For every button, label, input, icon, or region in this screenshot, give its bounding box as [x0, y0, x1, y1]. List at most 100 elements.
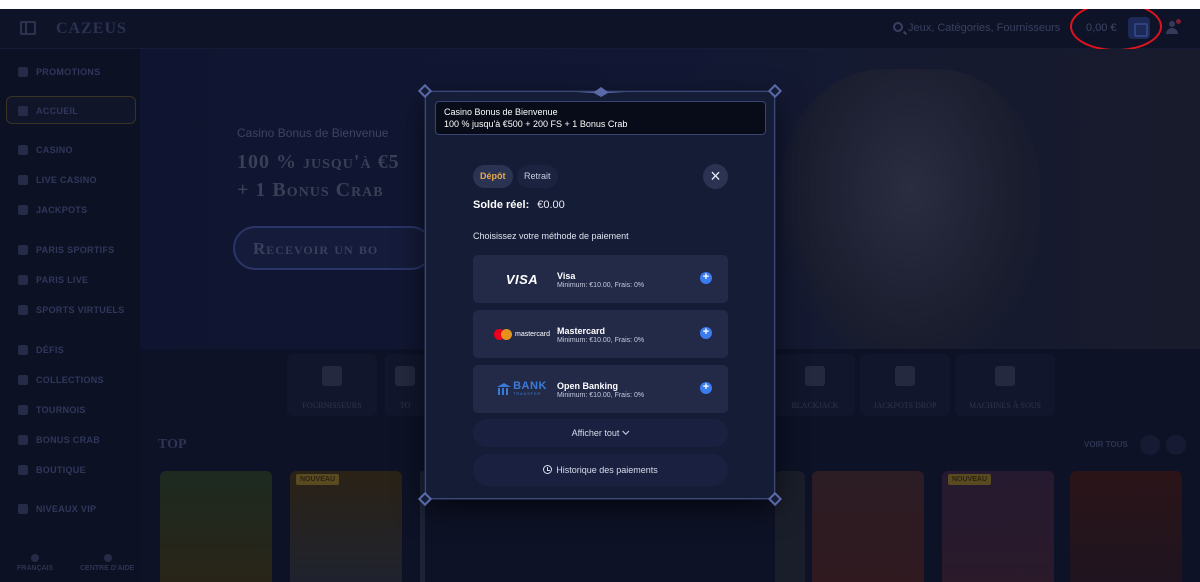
- game-tile[interactable]: [775, 471, 805, 582]
- payment-method-mastercard[interactable]: mastercard Mastercard Minimum: €10.00, F…: [473, 310, 728, 358]
- chevron-down-icon: [622, 427, 630, 435]
- sidebar-item-live-casino[interactable]: LIVE CASINO: [18, 173, 97, 187]
- live-icon: [18, 175, 28, 185]
- payment-method-details: Minimum: €10.00, Frais: 0%: [557, 282, 645, 289]
- slot-machine-icon: [995, 366, 1015, 386]
- category-tournois[interactable]: TO: [385, 354, 425, 416]
- hero-cta-label: Recevoir un bo: [253, 239, 379, 258]
- cup-icon: [18, 405, 28, 415]
- category-fournisseurs[interactable]: FOURNISSEURS: [287, 354, 377, 416]
- mastercard-logo: mastercard: [483, 310, 561, 358]
- section-title-top: TOP: [158, 437, 187, 452]
- payment-method-details: Minimum: €10.00, Frais: 0%: [557, 337, 645, 344]
- sidebar-item-defis[interactable]: DÉFIS: [18, 343, 64, 357]
- sidebar-item-paris-live[interactable]: PARIS LIVE: [18, 273, 88, 287]
- cards-icon: [18, 145, 28, 155]
- help-icon: [104, 554, 112, 562]
- payment-method-name: Mastercard: [557, 326, 606, 336]
- sidebar-item-sports-virtuels[interactable]: SPORTS VIRTUELS: [18, 303, 125, 317]
- sidebar-item-label: LIVE CASINO: [36, 175, 97, 185]
- payment-method-name: Visa: [557, 271, 576, 281]
- tab-deposit[interactable]: Dépôt: [473, 165, 513, 188]
- top-header: CAZEUS Jeux, Catégories, Fournisseurs 0,…: [0, 9, 1200, 49]
- payment-method-heading: Choisissez votre méthode de paiement: [473, 231, 629, 241]
- sidebar-item-label: PARIS SPORTIFS: [36, 245, 115, 255]
- payment-history-button[interactable]: Historique des paiements: [473, 454, 728, 486]
- add-icon[interactable]: +: [700, 382, 712, 394]
- category-label: JACKPOTS DROP: [873, 401, 937, 410]
- sidebar-item-bonus-crab[interactable]: BONUS CRAB: [18, 433, 100, 447]
- balance-label: Solde réel:: [473, 199, 530, 211]
- bank-transfer-logo: BANK TRANSFER: [483, 365, 561, 413]
- bonus-title: Casino Bonus de Bienvenue: [444, 107, 558, 117]
- ball-icon: [18, 245, 28, 255]
- modal-top-ornament: [576, 87, 626, 97]
- sidebar-item-promotions[interactable]: PROMOTIONS: [18, 65, 101, 79]
- hero-artwork: [780, 69, 1040, 349]
- game-tile[interactable]: [160, 471, 272, 582]
- add-icon[interactable]: +: [700, 327, 712, 339]
- sidebar-item-paris-sportifs[interactable]: PARIS SPORTIFS: [18, 243, 115, 257]
- sidebar-item-label: PROMOTIONS: [36, 67, 101, 77]
- hero-cta-button[interactable]: Recevoir un bo: [233, 226, 433, 270]
- category-blackjack[interactable]: BLACKJACK: [775, 354, 855, 416]
- see-all-link[interactable]: VOIR TOUS: [1084, 440, 1128, 449]
- close-icon[interactable]: ×: [703, 164, 728, 189]
- search-icon[interactable]: [893, 22, 903, 32]
- sidebar-item-label: BONUS CRAB: [36, 435, 101, 445]
- category-label: TO: [399, 401, 411, 410]
- collection-icon: [18, 375, 28, 385]
- sidebar-toggle-icon[interactable]: [20, 21, 36, 35]
- trophy-icon: [18, 345, 28, 355]
- temple-icon: [322, 366, 342, 386]
- category-label: MACHINES À SOUS: [968, 401, 1041, 410]
- show-all-label: Afficher tout: [571, 428, 620, 438]
- game-tile[interactable]: [812, 471, 924, 582]
- language-selector[interactable]: FRANÇAIS: [17, 565, 53, 572]
- new-badge: NOUVEAU: [948, 474, 992, 485]
- payment-method-details: Minimum: €10.00, Frais: 0%: [557, 392, 645, 399]
- search-input[interactable]: Jeux, Catégories, Fournisseurs: [908, 22, 1060, 34]
- sidebar-item-jackpots[interactable]: JACKPOTS: [18, 203, 87, 217]
- shop-icon: [18, 465, 28, 475]
- category-label: BLACKJACK: [791, 401, 839, 410]
- show-all-button[interactable]: Afficher tout: [473, 419, 728, 447]
- gamepad-icon: [18, 305, 28, 315]
- sidebar-item-label: TOURNOIS: [36, 405, 86, 415]
- payment-method-name: Open Banking: [557, 381, 619, 391]
- sidebar-item-label: JACKPOTS: [36, 205, 88, 215]
- prev-arrow-icon[interactable]: [1140, 435, 1160, 455]
- add-icon[interactable]: +: [700, 272, 712, 284]
- new-badge: NOUVEAU: [296, 474, 340, 485]
- next-arrow-icon[interactable]: [1166, 435, 1186, 455]
- payment-method-visa[interactable]: VISA Visa Minimum: €10.00, Frais: 0% +: [473, 255, 728, 303]
- sidebar-item-tournois[interactable]: TOURNOIS: [18, 403, 86, 417]
- sidebar-item-accueil[interactable]: ACCUEIL: [18, 104, 78, 118]
- cup-icon: [395, 366, 415, 386]
- hero-subtitle: Casino Bonus de Bienvenue: [237, 126, 389, 140]
- game-tile[interactable]: [1070, 471, 1182, 582]
- bonus-offer: 100 % jusqu'à €500 + 200 FS + 1 Bonus Cr…: [444, 119, 628, 129]
- sidebar-item-label: NIVEAUX VIP: [36, 504, 97, 514]
- visa-logo: VISA: [483, 255, 561, 303]
- game-tile[interactable]: NOUVEAU: [290, 471, 402, 582]
- brand-logo[interactable]: CAZEUS: [56, 20, 127, 38]
- payment-method-open-banking[interactable]: BANK TRANSFER Open Banking Minimum: €10.0…: [473, 365, 728, 413]
- tab-withdraw[interactable]: Retrait: [517, 165, 558, 188]
- balance-value: €0.00: [537, 199, 565, 211]
- tv-icon: [18, 275, 28, 285]
- hero-title-line-2: + 1 Bonus Crab: [237, 179, 384, 201]
- mastercard-logo-text: mastercard: [514, 330, 550, 338]
- game-tile[interactable]: NOUVEAU: [942, 471, 1054, 582]
- help-center-link[interactable]: CENTRE D'AIDE: [80, 565, 134, 572]
- category-jackpots-drop[interactable]: JACKPOTS DROP: [860, 354, 950, 416]
- sidebar-item-casino[interactable]: CASINO: [18, 143, 73, 157]
- sidebar-item-collections[interactable]: COLLECTIONS: [18, 373, 104, 387]
- bank-logo-subtext: TRANSFER: [513, 391, 542, 396]
- category-machines-a-sous[interactable]: MACHINES À SOUS: [955, 354, 1055, 416]
- crab-icon: [18, 435, 28, 445]
- payment-history-label: Historique des paiements: [556, 465, 658, 475]
- gift-icon: [18, 67, 28, 77]
- sidebar-item-niveaux-vip[interactable]: NIVEAUX VIP: [18, 502, 96, 516]
- sidebar-item-boutique[interactable]: BOUTIQUE: [18, 463, 86, 477]
